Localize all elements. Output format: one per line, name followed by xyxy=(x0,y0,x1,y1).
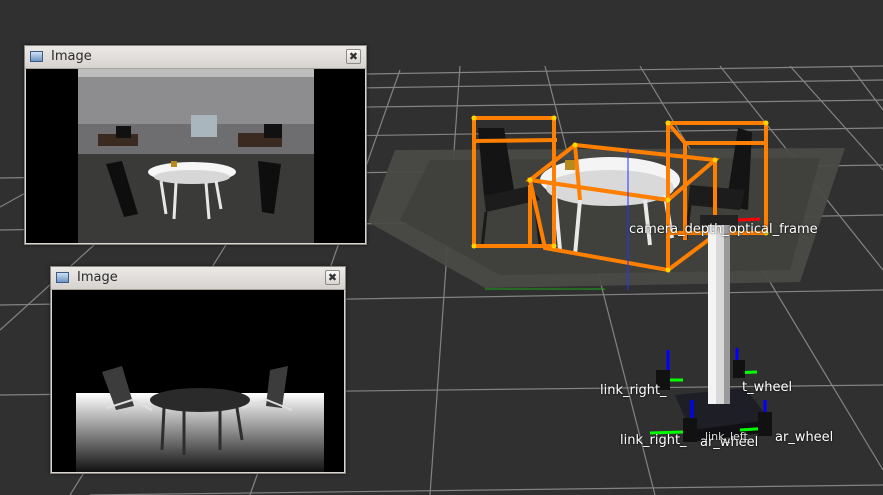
frame-label-right-wheel: link_right_ xyxy=(600,383,667,398)
depth-image-window[interactable]: Image ✖ xyxy=(50,266,346,474)
rgb-image-view xyxy=(26,69,365,243)
frame-label-right-wheel-suffix: t_wheel xyxy=(742,380,793,395)
frame-label-center-overlap: link_left xyxy=(705,430,748,443)
frame-label-right-rear-wheel: link_right_ xyxy=(620,433,687,448)
image-window-icon xyxy=(56,272,69,283)
depth-window-title: Image xyxy=(77,270,118,285)
image-window-icon xyxy=(30,51,43,62)
rgb-window-title: Image xyxy=(51,49,92,64)
rgb-window-close-button[interactable]: ✖ xyxy=(346,49,361,64)
depth-window-close-button[interactable]: ✖ xyxy=(325,270,340,285)
rgb-window-titlebar[interactable]: Image ✖ xyxy=(25,46,366,69)
frame-label-camera: camera_depth_optical_frame xyxy=(629,222,818,237)
depth-window-titlebar[interactable]: Image ✖ xyxy=(51,267,345,290)
depth-image-view xyxy=(52,290,344,472)
rgb-image-window[interactable]: Image ✖ xyxy=(24,45,367,245)
frame-label-left-rear-wheel: ar_wheel xyxy=(775,430,834,445)
